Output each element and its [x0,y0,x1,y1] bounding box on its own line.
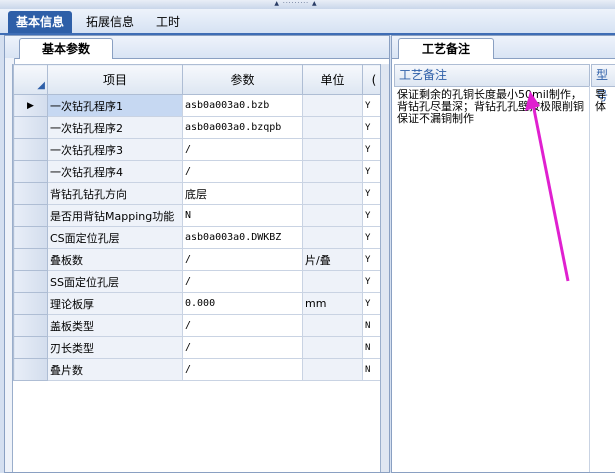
grid-vertical-scrollbar[interactable] [380,64,389,472]
item-cell[interactable]: SS面定位孔层 [47,270,183,293]
grid-header-row: ◢ 项目 参数 单位 ( [13,64,383,95]
tab-work-hours[interactable]: 工时 [148,11,188,33]
unit-cell[interactable] [302,182,363,205]
param-cell[interactable]: / [182,358,303,381]
process-notes-panel: 工艺备注 工艺备注 型号 保证剩余的孔铜长度最小50mil制作，背钻孔尽量深；背… [391,35,615,473]
notes-col-header[interactable]: 工艺备注 [394,64,590,87]
right-panel-tabbar: 工艺备注 [392,36,615,59]
unit-cell[interactable] [302,226,363,249]
param-cell[interactable]: 底层 [182,182,303,205]
corner-header[interactable]: ◢ [13,64,48,95]
unit-cell[interactable] [302,314,363,337]
params-grid: ◢ 项目 参数 单位 ( ▶ 一次钻孔程序1 asb0a003a0.bzb Y 一次钻孔… [12,64,383,472]
tab-basic-info[interactable]: 基本信息 [8,11,73,33]
row-header[interactable] [13,160,48,183]
row-header[interactable] [13,292,48,315]
item-cell[interactable]: 刃长类型 [47,336,183,359]
param-cell[interactable]: N [182,204,303,227]
item-cell[interactable]: 背钻孔钻孔方向 [47,182,183,205]
param-cell[interactable]: 0.000 [182,292,303,315]
table-row[interactable]: SS面定位孔层 / Y [13,270,383,293]
corner-arrow-icon: ◢ [37,80,45,91]
param-cell[interactable]: asb0a003a0.bzqpb [182,116,303,139]
row-header[interactable] [13,336,48,359]
row-header[interactable] [13,138,48,161]
unit-cell[interactable] [302,138,363,161]
annotation-arrow-icon [525,91,570,282]
table-row[interactable]: 一次钻孔程序4/Y [13,160,383,183]
table-row[interactable]: 盖板类型 / N [13,314,383,337]
table-row[interactable]: 叠片数 / N [13,358,383,381]
unit-cell[interactable] [302,270,363,293]
main-tab-bar: 基本信息 拓展信息 工时 [0,9,615,35]
table-row[interactable]: 背钻孔钻孔方向 底层 Y [13,182,383,205]
param-cell[interactable]: / [182,314,303,337]
table-row[interactable]: 一次钻孔程序3/Y [13,138,383,161]
model-cell-text: 导体 [595,89,606,113]
tab-extended-info[interactable]: 拓展信息 [78,11,142,33]
col-header-param[interactable]: 参数 [182,64,303,95]
column-divider [589,86,590,472]
param-cell[interactable]: / [182,138,303,161]
tab-process-notes[interactable]: 工艺备注 [398,38,494,59]
item-cell[interactable]: 叠板数 [47,248,183,271]
unit-cell[interactable]: 片/叠 [302,248,363,271]
item-cell[interactable]: 叠片数 [47,358,183,381]
item-cell[interactable]: 一次钻孔程序1 [47,94,183,117]
param-cell[interactable]: / [182,248,303,271]
table-row[interactable]: 叠板数 / 片/叠 Y [13,248,383,271]
left-panel-tabbar: 基本参数 [5,36,389,59]
model-col-header[interactable]: 型号 [591,64,615,103]
row-header[interactable] [13,358,48,381]
unit-cell[interactable] [302,204,363,227]
row-header[interactable] [13,204,48,227]
table-row[interactable]: CS面定位孔层 asb0a003a0.DWKBZ Y [13,226,383,249]
param-cell[interactable]: / [182,160,303,183]
current-row-indicator-icon: ▶ [27,100,34,111]
row-header[interactable] [13,226,48,249]
col-header-item[interactable]: 项目 [47,64,183,95]
row-header[interactable] [13,116,48,139]
param-cell[interactable]: asb0a003a0.bzb [182,94,303,117]
table-row[interactable]: 刃长类型 / N [13,336,383,359]
unit-cell[interactable] [302,336,363,359]
unit-cell[interactable] [302,358,363,381]
basic-params-panel: 基本参数 ◢ 项目 参数 单位 ( ▶ 一次钻孔程序1 asb0a003a0.bzb… [4,35,390,473]
row-header[interactable] [13,314,48,337]
item-cell[interactable]: CS面定位孔层 [47,226,183,249]
splitter-grip-icon[interactable]: ▲ ········· ▲ [258,1,334,7]
unit-cell[interactable] [302,94,363,117]
item-cell[interactable]: 一次钻孔程序3 [47,138,183,161]
unit-cell[interactable]: mm [302,292,363,315]
item-cell[interactable]: 一次钻孔程序2 [47,116,183,139]
table-row[interactable]: 理论板厚 0.000 mm Y [13,292,383,315]
item-cell[interactable]: 盖板类型 [47,314,183,337]
item-cell[interactable]: 是否用背钻Mapping功能 [47,204,183,227]
row-header[interactable] [13,248,48,271]
table-row[interactable]: ▶ 一次钻孔程序1 asb0a003a0.bzb Y [13,94,383,117]
unit-cell[interactable] [302,116,363,139]
table-row[interactable]: 是否用背钻Mapping功能 N Y [13,204,383,227]
row-header[interactable]: ▶ [13,94,48,117]
row-header[interactable] [13,270,48,293]
col-header-unit[interactable]: 单位 [302,64,363,95]
item-cell[interactable]: 一次钻孔程序4 [47,160,183,183]
param-cell[interactable]: asb0a003a0.DWKBZ [182,226,303,249]
param-cell[interactable]: / [182,270,303,293]
table-row[interactable]: 一次钻孔程序2 asb0a003a0.bzqpb Y [13,116,383,139]
row-header[interactable] [13,182,48,205]
item-cell[interactable]: 理论板厚 [47,292,183,315]
tab-basic-params[interactable]: 基本参数 [19,38,113,59]
param-cell[interactable]: / [182,336,303,359]
unit-cell[interactable] [302,160,363,183]
